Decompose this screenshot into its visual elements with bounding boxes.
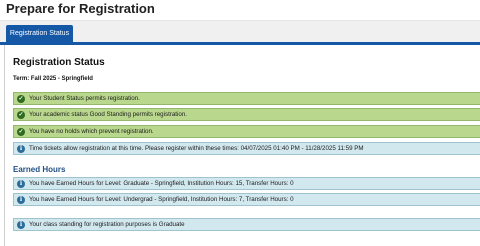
status-message-text: Your Student Status permits registration…	[29, 95, 140, 102]
tab-registration-status[interactable]: Registration Status	[6, 25, 73, 42]
tab-strip: Registration Status	[0, 21, 480, 42]
check-circle-icon: ✓	[17, 94, 25, 103]
earned-hours-text: You have Earned Hours for Level: Graduat…	[29, 180, 294, 187]
status-message-student-status: ✓ Your Student Status permits registrati…	[13, 92, 480, 105]
info-circle-icon: i	[17, 195, 25, 204]
check-circle-icon: ✓	[17, 127, 25, 136]
class-standing-message: i Your class standing for registration p…	[13, 218, 480, 231]
registration-status-panel: Registration Status Term: Fall 2025 - Sp…	[4, 45, 480, 246]
info-circle-icon: i	[17, 220, 25, 229]
earned-hours-graduate: i You have Earned Hours for Level: Gradu…	[13, 177, 480, 190]
status-message-text: Time tickets allow registration at this …	[29, 145, 364, 152]
info-circle-icon: i	[17, 144, 25, 153]
earned-hours-undergrad: i You have Earned Hours for Level: Under…	[13, 193, 480, 206]
status-message-holds: ✓ You have no holds which prevent regist…	[13, 125, 480, 138]
check-circle-icon: ✓	[17, 110, 25, 119]
status-message-academic-status: ✓ Your academic status Good Standing per…	[13, 108, 480, 121]
class-standing-text: Your class standing for registration pur…	[29, 221, 185, 228]
section-title-earned-hours: Earned Hours	[13, 165, 66, 174]
page-title: Prepare for Registration	[6, 1, 155, 16]
info-circle-icon: i	[17, 179, 25, 188]
term-label: Term: Fall 2025 - Springfield	[13, 76, 93, 82]
status-message-text: Your academic status Good Standing permi…	[29, 111, 187, 118]
earned-hours-text: You have Earned Hours for Level: Undergr…	[29, 196, 294, 203]
section-title-registration-status: Registration Status	[13, 57, 105, 68]
page-header: Prepare for Registration	[0, 0, 480, 21]
status-message-text: You have no holds which prevent registra…	[29, 128, 154, 135]
status-message-time-tickets: i Time tickets allow registration at thi…	[13, 142, 480, 155]
